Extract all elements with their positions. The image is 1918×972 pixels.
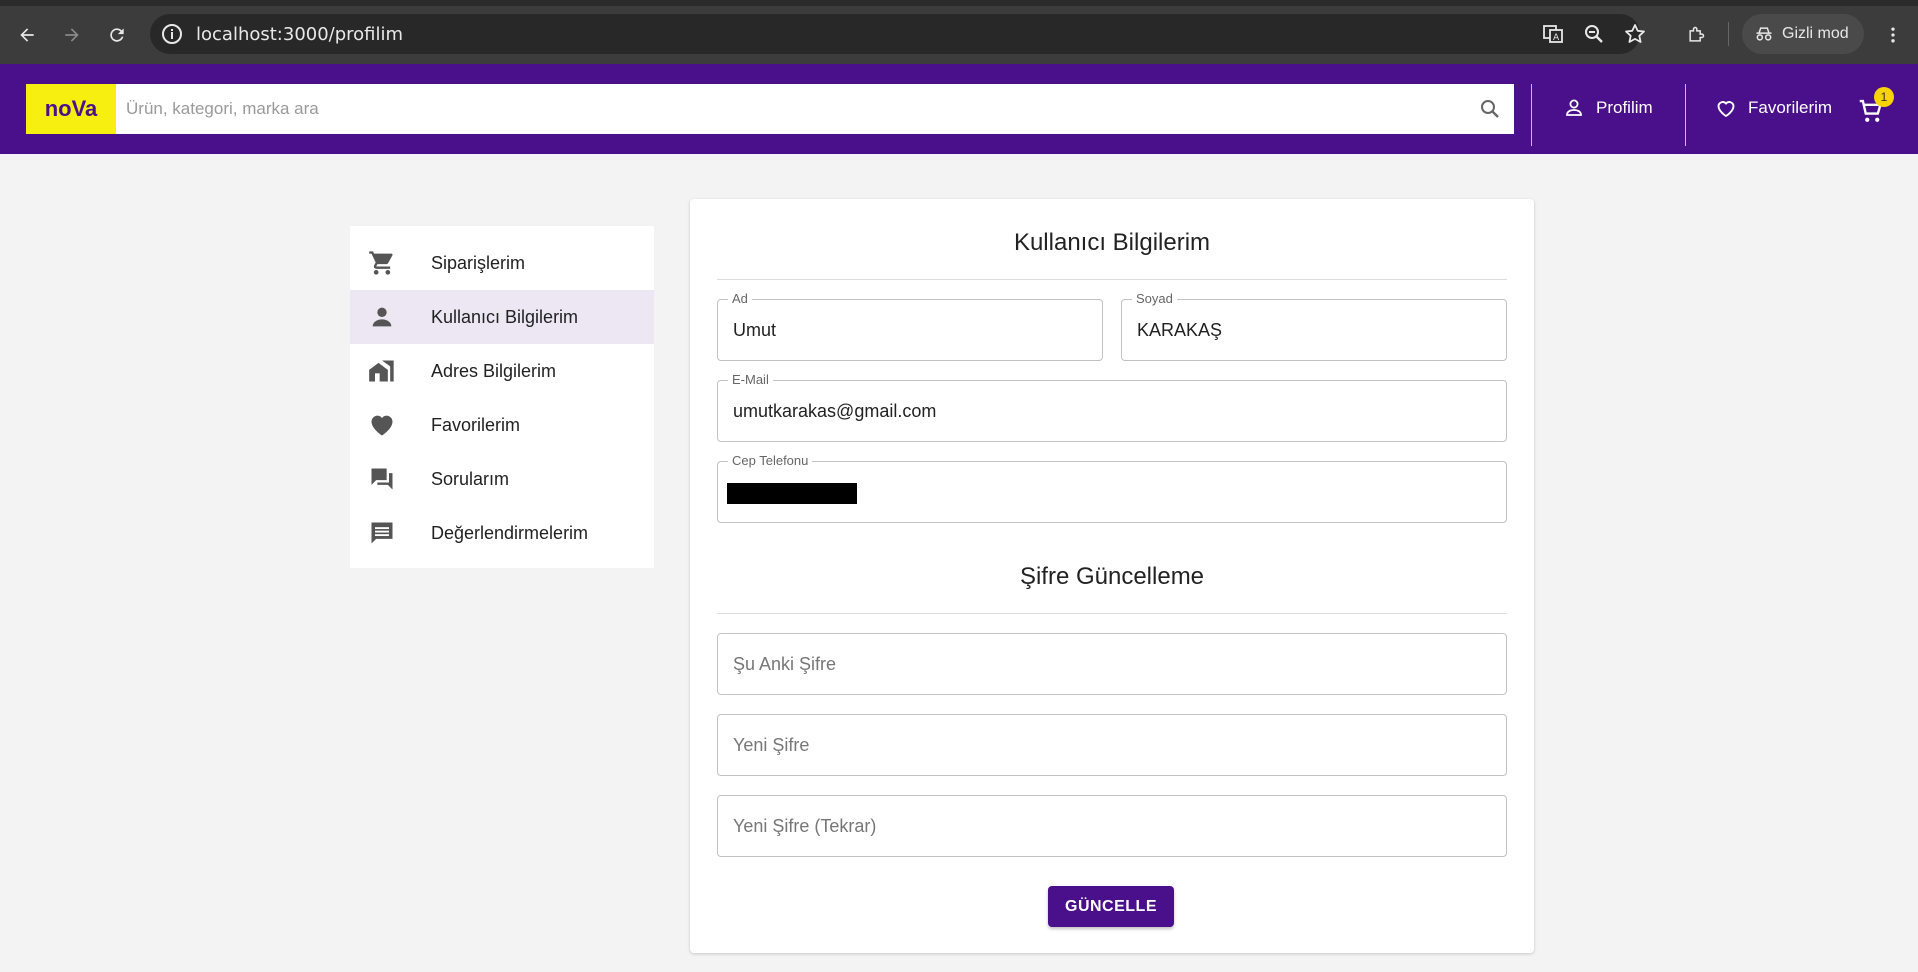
phone-field[interactable]: Cep Telefonu <box>717 453 1507 523</box>
email-label: E-Mail <box>728 372 773 387</box>
zoom-out-icon[interactable] <box>1582 22 1606 46</box>
profile-link[interactable]: Profilim <box>1562 96 1653 120</box>
search-box <box>116 84 1514 134</box>
sidebar-item-label: Siparişlerim <box>431 252 526 273</box>
site-info-icon[interactable] <box>160 22 184 46</box>
favorites-link[interactable]: Favorilerim <box>1714 96 1832 120</box>
toolbar-divider <box>1728 22 1729 46</box>
sidebar-item-label: Kullanıcı Bilgilerim <box>431 306 579 327</box>
profile-sidebar: Siparişlerim Kullanıcı Bilgilerim Adres … <box>350 226 654 568</box>
repeat-password-placeholder: Yeni Şifre (Tekrar) <box>733 816 877 836</box>
translate-icon[interactable]: A <box>1541 22 1565 46</box>
sidebar-item-favorites[interactable]: Favorilerim <box>350 398 654 452</box>
email-field[interactable]: E-Mail umutkarakas@gmail.com <box>717 372 1507 442</box>
arrow-left-icon <box>20 28 34 42</box>
incognito-label: Gizli mod <box>1782 25 1849 42</box>
header-divider <box>1685 84 1686 146</box>
sidebar-item-label: Sorularım <box>431 468 510 489</box>
favorites-label: Favorilerim <box>1748 98 1833 117</box>
last-name-value: KARAKAŞ <box>1137 320 1223 340</box>
address-bar[interactable]: localhost:3000/profilim A <box>150 14 1645 54</box>
sidebar-item-user-info[interactable]: Kullanıcı Bilgilerim <box>350 290 654 344</box>
reload-icon <box>110 28 124 42</box>
last-name-field[interactable]: Soyad KARAKAŞ <box>1121 291 1507 361</box>
sidebar-item-label: Adres Bilgilerim <box>431 360 557 381</box>
first-name-value: Umut <box>733 320 777 340</box>
sidebar-item-questions[interactable]: Sorularım <box>350 452 654 506</box>
incognito-icon <box>1756 27 1772 41</box>
incognito-badge[interactable]: Gizli mod <box>1742 14 1864 54</box>
profile-label: Profilim <box>1596 98 1653 117</box>
back-button[interactable] <box>10 18 44 52</box>
person-icon <box>372 307 392 327</box>
new-password-placeholder: Yeni Şifre <box>733 735 810 755</box>
forward-button[interactable] <box>55 18 89 52</box>
sidebar-item-orders[interactable]: Siparişlerim <box>350 236 654 290</box>
logo[interactable]: noVa <box>26 84 116 134</box>
svg-text:A: A <box>1553 33 1560 43</box>
header-divider <box>1531 84 1532 146</box>
search-icon[interactable] <box>1478 97 1502 121</box>
current-password-field[interactable]: Şu Anki Şifre <box>717 633 1507 695</box>
current-password-placeholder: Şu Anki Şifre <box>733 654 837 674</box>
star-icon[interactable] <box>1623 22 1647 46</box>
email-value: umutkarakas@gmail.com <box>733 401 937 421</box>
sidebar-item-address[interactable]: Adres Bilgilerim <box>350 344 654 398</box>
sidebar-item-reviews[interactable]: Değerlendirmelerim <box>350 506 654 560</box>
phone-label: Cep Telefonu <box>728 453 813 468</box>
url-text: localhost:3000/profilim <box>196 24 404 45</box>
arrow-right-icon <box>65 28 79 42</box>
forum-icon <box>371 468 393 490</box>
first-name-field[interactable]: Ad Umut <box>717 291 1103 361</box>
profile-form-card: Kullanıcı Bilgilerim Ad Umut Soyad KARAK… <box>690 199 1534 953</box>
comment-icon <box>371 522 393 544</box>
update-button[interactable]: GÜNCELLE <box>1048 886 1174 927</box>
app-header: noVa Profilim Favorilerim 1 <box>0 64 1918 154</box>
menu-button[interactable] <box>1876 18 1910 52</box>
new-password-field[interactable]: Yeni Şifre <box>717 714 1507 776</box>
sidebar-item-label: Favorilerim <box>431 414 521 435</box>
search-input[interactable] <box>116 84 1514 134</box>
extensions-button[interactable] <box>1679 18 1713 52</box>
redacted-phone <box>727 483 857 504</box>
sidebar-item-label: Değerlendirmelerim <box>431 522 589 543</box>
first-name-label: Ad <box>728 291 752 306</box>
address-icon <box>369 360 394 382</box>
reload-button[interactable] <box>100 18 134 52</box>
section-divider <box>717 279 1507 280</box>
tab-strip <box>0 0 1918 6</box>
cart-count-badge: 1 <box>1874 87 1894 107</box>
browser-toolbar: localhost:3000/profilim A Gizli mod <box>0 0 1918 64</box>
puzzle-icon <box>1689 26 1705 42</box>
last-name-label: Soyad <box>1132 291 1177 306</box>
heart-outline-icon <box>1717 101 1735 118</box>
kebab-menu-icon <box>1891 27 1895 43</box>
person-outline-icon <box>1566 99 1582 116</box>
section-divider <box>717 613 1507 614</box>
repeat-password-field[interactable]: Yeni Şifre (Tekrar) <box>717 795 1507 857</box>
heart-icon <box>371 415 393 436</box>
password-title: Şifre Güncelleme <box>1019 563 1205 590</box>
user-info-title: Kullanıcı Bilgilerim <box>1013 229 1211 256</box>
cart-icon <box>369 251 393 275</box>
